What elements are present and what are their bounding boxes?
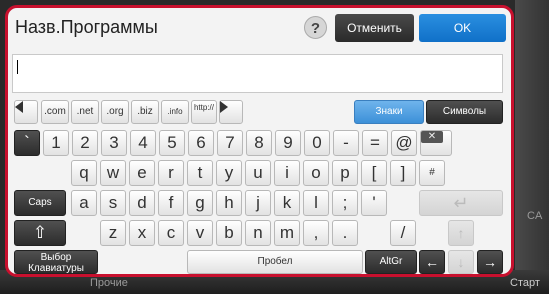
cursor-down-key[interactable]: ↓ [448,250,474,274]
key-k[interactable]: k [274,190,300,216]
key-3[interactable]: 3 [101,130,127,156]
arrow-right-icon [220,101,228,113]
suffix-biz-key[interactable]: .biz [131,100,159,124]
key-bracket-right[interactable]: ] [390,160,416,186]
suffix-prev-button[interactable] [14,100,38,124]
shift-icon: ⇧ [32,223,48,242]
key-s[interactable]: s [100,190,126,216]
cursor-right-key[interactable]: → [477,250,503,274]
arrow-right-icon: → [483,254,497,270]
key-e[interactable]: e [129,160,155,186]
suffix-com-key[interactable]: .com [41,100,69,124]
suffix-next-button[interactable] [219,100,243,124]
key-d[interactable]: d [129,190,155,216]
key-u[interactable]: u [245,160,271,186]
down-arrow-icon: ↓ [457,254,465,270]
key-4[interactable]: 4 [130,130,156,156]
symbols-mode-button[interactable]: Символы [426,100,503,124]
ok-button[interactable]: OK [419,14,506,42]
suffix-org-key[interactable]: .org [101,100,129,124]
key-equals[interactable]: = [362,130,388,156]
key-slash[interactable]: / [390,220,416,246]
arrow-left-icon: ← [425,254,439,270]
enter-icon: ↵ [453,193,469,213]
program-name-input[interactable] [12,54,503,93]
key-b[interactable]: b [216,220,242,246]
key-c[interactable]: c [158,220,184,246]
key-f[interactable]: f [158,190,184,216]
key-i[interactable]: i [274,160,300,186]
key-period[interactable]: . [332,220,358,246]
key-comma[interactable]: , [303,220,329,246]
cursor-up-key[interactable]: ↑ [448,220,474,246]
arrow-left-icon [15,101,23,113]
suffix-net-key[interactable]: .net [71,100,99,124]
key-p[interactable]: p [332,160,358,186]
key-0[interactable]: 0 [304,130,330,156]
key-m[interactable]: m [274,220,300,246]
suffix-http-key[interactable]: http:// [191,100,217,124]
key-z[interactable]: z [100,220,126,246]
key-g[interactable]: g [187,190,213,216]
key-at[interactable]: @ [391,130,417,156]
up-arrow-icon: ↑ [457,225,465,241]
key-j[interactable]: j [245,190,271,216]
key-5[interactable]: 5 [159,130,185,156]
key-semicolon[interactable]: ; [332,190,358,216]
keyboard-dialog: Назв.Программы ? Отменить OK .com .net .… [5,5,514,277]
chars-mode-button[interactable]: Знаки [354,100,424,124]
key-q[interactable]: q [71,160,97,186]
key-8[interactable]: 8 [246,130,272,156]
key-x[interactable]: x [129,220,155,246]
space-key[interactable]: Пробел [187,250,363,274]
key-y[interactable]: y [216,160,242,186]
key-o[interactable]: o [303,160,329,186]
dialog-header: Назв.Программы ? Отменить OK [8,8,511,48]
key-1[interactable]: 1 [43,130,69,156]
key-r[interactable]: r [158,160,184,186]
key-l[interactable]: l [303,190,329,216]
shift-key[interactable]: ⇧ [14,220,66,246]
key-n[interactable]: n [245,220,271,246]
key-t[interactable]: t [187,160,213,186]
key-backtick[interactable]: ` [14,130,40,156]
dialog-title: Назв.Программы [15,17,158,37]
key-w[interactable]: w [100,160,126,186]
key-6[interactable]: 6 [188,130,214,156]
key-apostrophe[interactable]: ' [361,190,387,216]
key-9[interactable]: 9 [275,130,301,156]
key-v[interactable]: v [187,220,213,246]
backspace-icon: ✕ [421,131,443,143]
background-start-label: Старт [510,277,540,289]
altgr-key[interactable]: AltGr [365,250,417,274]
cancel-button[interactable]: Отменить [335,14,414,42]
key-bracket-left[interactable]: [ [361,160,387,186]
enter-key[interactable]: ↵ [419,190,503,216]
key-hash[interactable]: # [419,160,445,186]
key-2[interactable]: 2 [72,130,98,156]
background-right-panel: CA [515,0,549,294]
background-side-label: CA [527,210,543,222]
cursor-left-key[interactable]: ← [419,250,445,274]
caps-lock-key[interactable]: Caps [14,190,66,216]
text-caret [17,60,18,74]
key-h[interactable]: h [216,190,242,216]
key-a[interactable]: a [71,190,97,216]
key-7[interactable]: 7 [217,130,243,156]
keyboard-layout-button[interactable]: Выбор Клавиатуры [14,250,98,274]
key-minus[interactable]: - [333,130,359,156]
help-button[interactable]: ? [304,16,327,39]
suffix-info-key[interactable]: .info [161,100,189,124]
background-left-label: Прочие [90,277,128,289]
backspace-key[interactable]: ✕ [420,130,452,156]
